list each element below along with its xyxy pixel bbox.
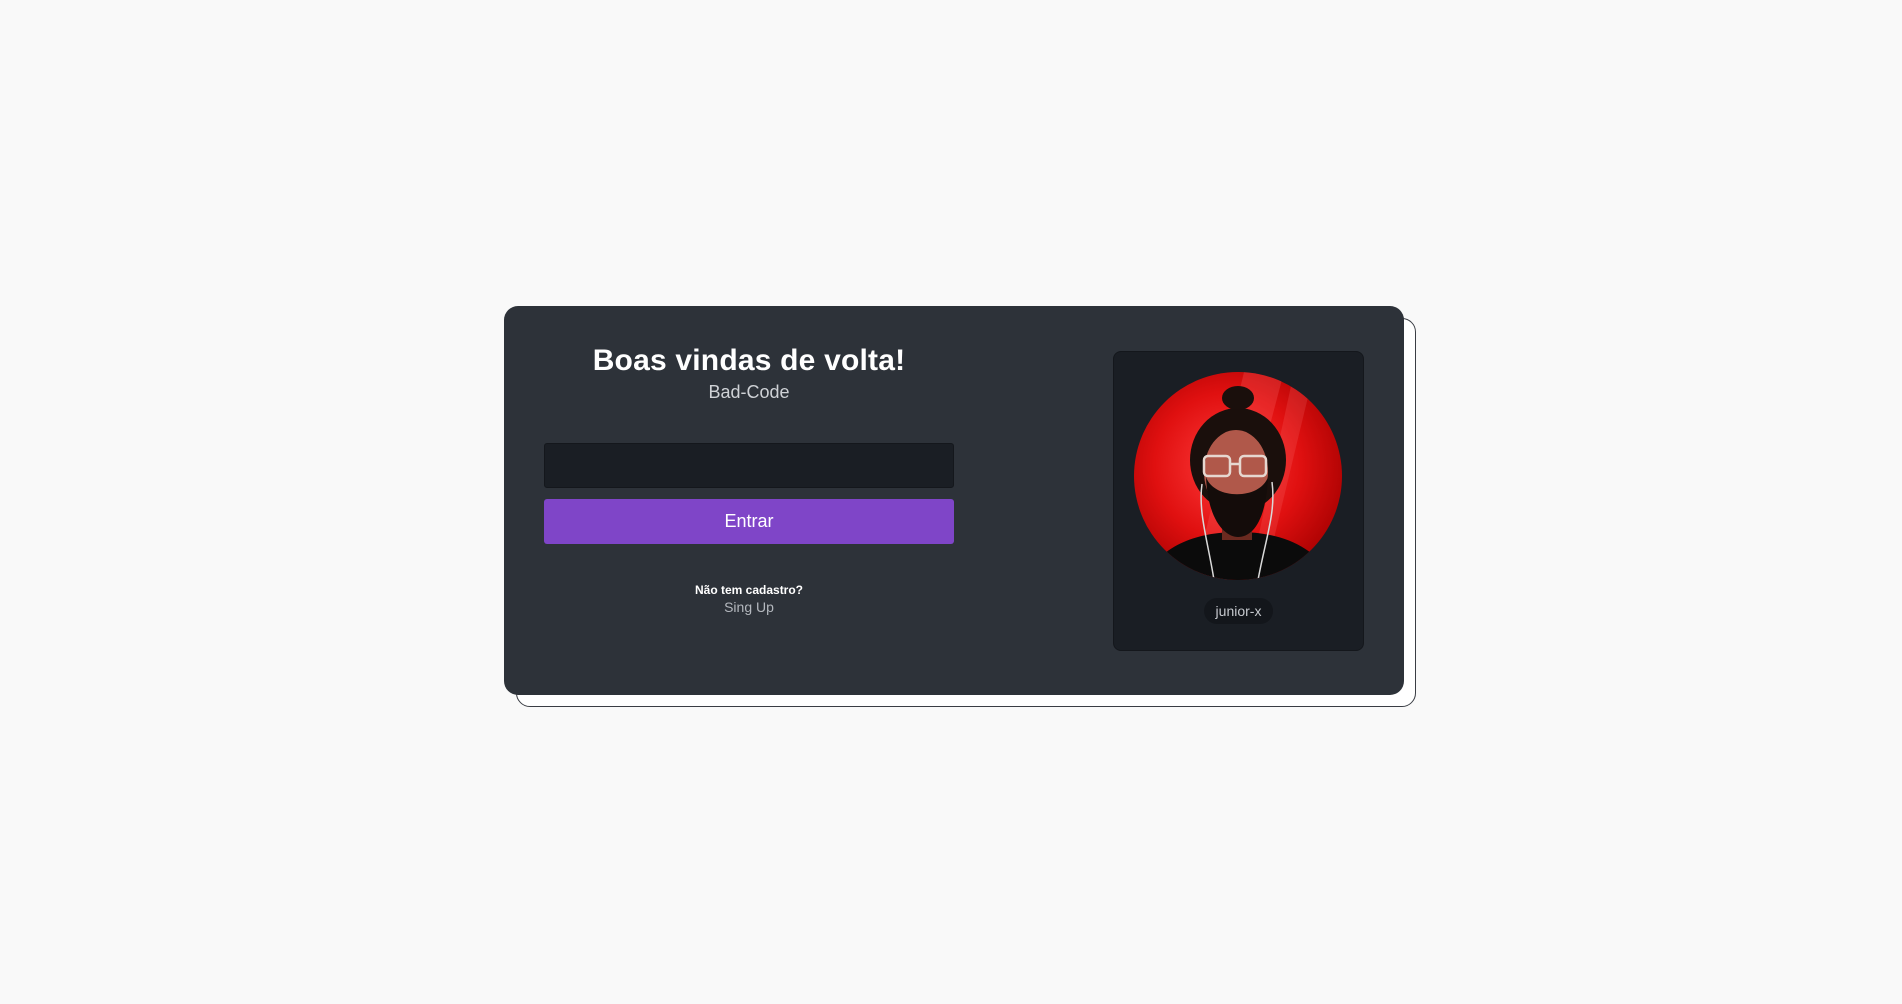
username-input[interactable] xyxy=(544,443,954,488)
login-card-wrapper: Boas vindas de volta! Bad-Code Entrar Nã… xyxy=(504,306,1416,707)
signup-link[interactable]: Sing Up xyxy=(544,599,954,615)
welcome-title: Boas vindas de volta! xyxy=(592,344,906,377)
enter-button[interactable]: Entrar xyxy=(544,499,954,544)
login-form: Boas vindas de volta! Bad-Code Entrar Nã… xyxy=(544,306,954,695)
profile-card: junior-x xyxy=(1113,351,1364,651)
user-avatar-photo xyxy=(1134,372,1342,580)
avatar-portrait-icon xyxy=(1144,372,1332,580)
login-card: Boas vindas de volta! Bad-Code Entrar Nã… xyxy=(504,306,1404,695)
signup-prompt: Não tem cadastro? xyxy=(694,583,804,597)
app-subtitle: Bad-Code xyxy=(708,382,790,402)
username-badge: junior-x xyxy=(1203,598,1274,624)
